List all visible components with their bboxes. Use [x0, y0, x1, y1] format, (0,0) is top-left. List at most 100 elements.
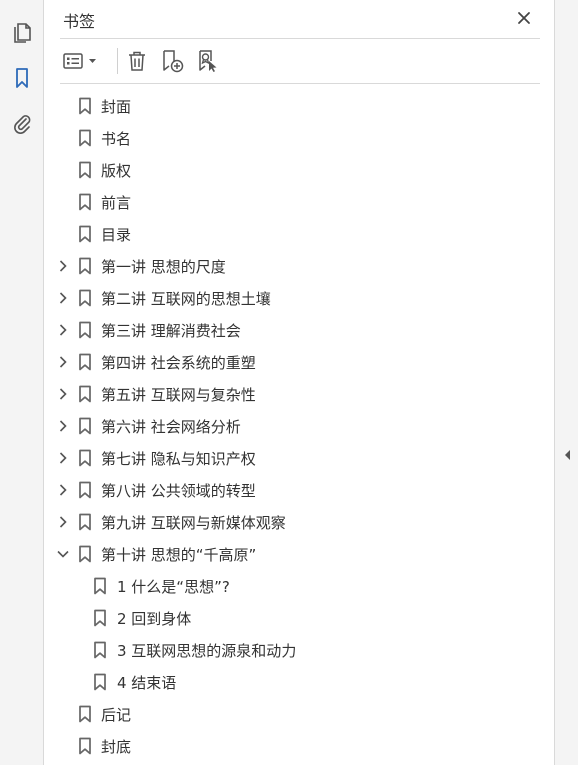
bookmark-label: 封底: [101, 738, 132, 756]
bookmark-label: 第五讲 互联网与复杂性: [101, 386, 256, 404]
bookmark-icon: [78, 385, 92, 403]
bookmark-item[interactable]: 版权: [45, 154, 554, 186]
bookmark-label: 第二讲 互联网的思想土壤: [101, 290, 271, 308]
bookmarks-window: 书签 封面 书名 版权 前言 目录 第一讲 思想的尺度 第二讲 互联网的思想土壤…: [0, 0, 578, 765]
delete-icon: [129, 51, 145, 71]
attachment-icon: [14, 115, 31, 134]
bookmark-icon: [78, 353, 92, 371]
bookmark-label: 前言: [101, 194, 132, 212]
bookmark-icon: [93, 641, 107, 659]
chevron-right-icon[interactable]: [56, 419, 70, 433]
chevron-down-icon: [89, 59, 96, 63]
bookmark-label: 第八讲 公共领域的转型: [101, 482, 256, 500]
bookmark-icon: [78, 417, 92, 435]
bookmark-item[interactable]: 封底: [45, 730, 554, 762]
close-panel-button[interactable]: [514, 8, 534, 28]
chevron-right-icon[interactable]: [56, 259, 70, 273]
bookmark-item[interactable]: 书名: [45, 122, 554, 154]
chevron-right-icon[interactable]: [56, 515, 70, 529]
chevron-right-icon[interactable]: [56, 323, 70, 337]
bookmark-tree: 封面书名版权前言目录第一讲 思想的尺度第二讲 互联网的思想土壤 第三讲 理解消费社…: [45, 90, 554, 762]
bookmark-label: 第三讲 理解消费社会: [101, 322, 241, 340]
bookmark-item[interactable]: 第一讲 思想的尺度: [45, 250, 554, 282]
attachments-button[interactable]: [8, 110, 36, 138]
bookmarks-toolbar: [60, 39, 540, 84]
bookmark-label: 第七讲 隐私与知识产权: [101, 450, 256, 468]
bookmark-item[interactable]: 第五讲 互联网与复杂性: [45, 378, 554, 410]
bookmark-icon: [78, 705, 92, 723]
bookmark-icon: [93, 673, 107, 691]
bookmark-item[interactable]: 第二讲 互联网的思想土壤: [45, 282, 554, 314]
delete-bookmark-button[interactable]: [124, 48, 150, 74]
new-bookmark-icon: [163, 50, 184, 73]
bookmark-label: 书名: [101, 130, 132, 148]
bookmark-item[interactable]: 第八讲 公共领域的转型: [45, 474, 554, 506]
bookmark-from-selection-button[interactable]: [195, 48, 221, 74]
panel-splitter[interactable]: [554, 0, 578, 765]
bookmark-label: 后记: [101, 706, 132, 724]
bookmark-item[interactable]: 第七讲 隐私与知识产权: [45, 442, 554, 474]
bookmark-icon: [78, 513, 92, 531]
bookmark-icon: [93, 577, 107, 595]
bookmark-icon: [78, 321, 92, 339]
bookmark-icon: [78, 129, 92, 147]
bookmark-item[interactable]: 封面: [45, 90, 554, 122]
chevron-right-icon[interactable]: [56, 483, 70, 497]
bookmark-icon: [16, 68, 28, 88]
bookmark-icon: [78, 257, 92, 275]
bookmarks-panel: 书签 封面 书名 版权 前言 目录 第一讲 思想的尺度 第二讲 互联网的思想土壤…: [45, 0, 554, 765]
bookmark-subitem[interactable]: 1 什么是“思想”?: [45, 570, 554, 602]
bookmark-icon: [78, 545, 92, 563]
panel-header: 书签: [60, 0, 540, 39]
bookmark-icon: [78, 289, 92, 307]
bookmark-item[interactable]: 目录: [45, 218, 554, 250]
bookmark-label: 第十讲 思想的“千高原”: [101, 546, 257, 564]
bookmark-item[interactable]: 第十讲 思想的“千高原”: [45, 538, 554, 570]
bookmark-label: 版权: [101, 162, 132, 180]
chevron-right-icon[interactable]: [56, 355, 70, 369]
close-icon: [518, 12, 530, 24]
bookmark-label: 3 互联网思想的源泉和动力: [117, 642, 297, 660]
bookmark-icon: [78, 97, 92, 115]
bookmark-item[interactable]: 第九讲 互联网与新媒体观察: [45, 506, 554, 538]
chevron-right-icon[interactable]: [56, 387, 70, 401]
bookmark-item[interactable]: 第三讲 理解消费社会: [45, 314, 554, 346]
bookmark-icon: [78, 225, 92, 243]
pages-icon: [14, 23, 31, 43]
bookmark-label: 第九讲 互联网与新媒体观察: [101, 514, 286, 532]
collapse-panel-icon: [564, 450, 570, 460]
bookmark-subitem[interactable]: 2 回到身体: [45, 602, 554, 634]
bookmark-label: 封面: [101, 98, 132, 116]
bookmark-icon: [78, 449, 92, 467]
toolbar-separator: [117, 48, 118, 74]
bookmark-icon: [78, 161, 92, 179]
options-list-icon: [63, 53, 83, 69]
bookmark-label: 2 回到身体: [117, 610, 192, 628]
new-bookmark-button[interactable]: [159, 48, 185, 74]
bookmark-item[interactable]: 后记: [45, 698, 554, 730]
collapse-panel-button[interactable]: [561, 446, 573, 464]
chevron-down-icon[interactable]: [56, 547, 70, 561]
bookmark-icon: [93, 609, 107, 627]
bookmark-label: 第六讲 社会网络分析: [101, 418, 241, 436]
bookmark-subitem[interactable]: 3 互联网思想的源泉和动力: [45, 634, 554, 666]
bookmark-item[interactable]: 前言: [45, 186, 554, 218]
pages-button[interactable]: [8, 18, 36, 46]
bookmark-icon: [78, 193, 92, 211]
bookmark-label: 第一讲 思想的尺度: [101, 258, 226, 276]
chevron-right-icon[interactable]: [56, 291, 70, 305]
navigation-rail: [0, 0, 44, 765]
bookmark-from-selection-icon: [199, 50, 217, 72]
bookmark-subitem[interactable]: 4 结束语: [45, 666, 554, 698]
options-button[interactable]: [60, 48, 100, 74]
bookmark-item[interactable]: 第四讲 社会系统的重塑: [45, 346, 554, 378]
panel-title: 书签: [63, 12, 96, 31]
bookmark-label: 1 什么是“思想”?: [117, 578, 230, 596]
bookmark-icon: [78, 481, 92, 499]
chevron-right-icon[interactable]: [56, 451, 70, 465]
bookmark-label: 目录: [101, 226, 132, 244]
bookmark-label: 4 结束语: [117, 674, 177, 692]
bookmark-icon: [78, 737, 92, 755]
bookmarks-rail-button[interactable]: [8, 64, 36, 92]
bookmark-item[interactable]: 第六讲 社会网络分析: [45, 410, 554, 442]
